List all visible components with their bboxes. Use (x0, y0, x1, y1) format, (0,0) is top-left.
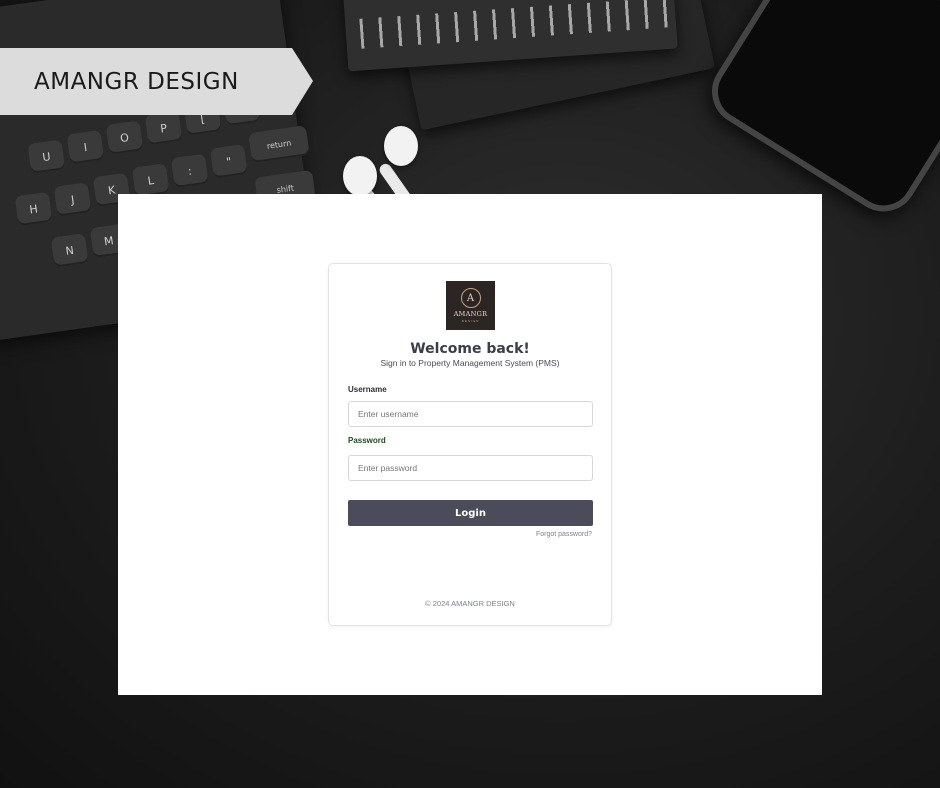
screenshot-board: A AMANGR DESIGN Welcome back! Sign in to… (118, 194, 822, 695)
keyboard-key: N (50, 233, 89, 268)
copyright-footer: © 2024 AMANGR DESIGN (425, 599, 515, 608)
page-subtitle: Sign in to Property Management System (P… (380, 358, 560, 368)
brand-logo: A AMANGR DESIGN (446, 281, 495, 330)
password-label: Password (348, 436, 386, 445)
keyboard-key: O (105, 120, 144, 155)
keyboard-key: L (131, 163, 170, 198)
logo-text: AMANGR (453, 310, 488, 318)
username-input[interactable] (348, 401, 593, 427)
login-button[interactable]: Login (348, 500, 593, 526)
password-input[interactable] (348, 455, 593, 481)
page-title: Welcome back! (410, 341, 530, 357)
phone-photo (699, 0, 940, 225)
keyboard-key: : (170, 153, 209, 189)
keyboard-key: return (248, 125, 310, 164)
earbud-photo (343, 156, 377, 196)
keyboard-key: P (144, 110, 183, 146)
brand-banner: AMANGR DESIGN (0, 48, 313, 115)
keyboard-key: U (27, 139, 66, 174)
login-card: A AMANGR DESIGN Welcome back! Sign in to… (328, 263, 612, 626)
logo-monogram-icon: A (460, 288, 481, 308)
forgot-password-link[interactable]: Forgot password? (536, 531, 592, 538)
keyboard-key: " (209, 144, 248, 179)
banner-text: AMANGR DESIGN (34, 68, 239, 95)
logo-subtext: DESIGN (461, 319, 480, 323)
keyboard-key: J (53, 182, 92, 217)
keyboard-key: H (14, 191, 53, 227)
earbud-photo (384, 126, 418, 166)
username-label: Username (348, 385, 387, 394)
keyboard-key: I (66, 129, 105, 165)
